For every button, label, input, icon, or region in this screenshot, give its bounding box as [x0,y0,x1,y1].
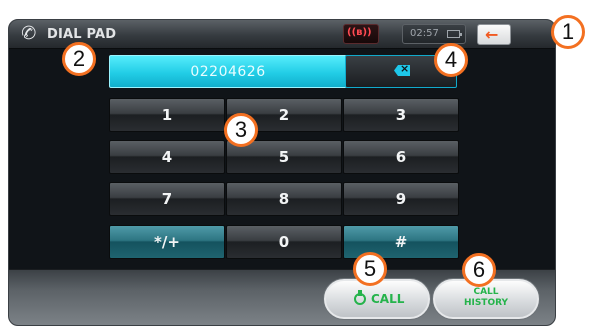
back-arrow-icon: ← [485,25,499,44]
page-title: DIAL PAD [47,27,117,42]
call-icon [354,290,366,305]
key-3[interactable]: 3 [343,98,459,132]
number-display: 02204626 [109,55,347,88]
key-4[interactable]: 4 [109,140,225,174]
key-label: 0 [278,233,290,251]
status-area: 02:57 [402,24,466,44]
call-label: CALL [371,292,405,306]
bluetooth-icon: ((ʙ)) [347,27,372,38]
back-button[interactable]: ← [477,24,511,45]
phone-icon: ✆ [18,21,39,46]
bluetooth-status: ((ʙ)) [343,24,379,44]
key-label: 6 [395,148,407,166]
callout-3: 3 [224,113,258,147]
key-label: 9 [395,190,407,208]
title-bar: ✆ DIAL PAD ((ʙ)) 02:57 ← [9,20,555,49]
key-label: # [394,233,408,251]
call-history-label-line1: CALL [473,287,499,297]
dialed-number: 02204626 [190,64,266,80]
key-6[interactable]: 6 [343,140,459,174]
callout-4: 4 [434,43,468,77]
callout-1: 1 [551,15,585,49]
key-star-plus[interactable]: */+ [109,225,225,259]
key-label: 3 [395,106,407,124]
key-label: 4 [161,148,173,166]
key-9[interactable]: 9 [343,182,459,216]
key-label: 1 [161,106,173,124]
backspace-icon [394,65,410,76]
call-history-label-line2: HISTORY [463,298,509,308]
callout-6: 6 [462,253,496,287]
clock: 02:57 [410,28,439,39]
callout-2: 2 [62,42,96,76]
key-label: 7 [161,190,173,208]
key-label: 5 [278,148,290,166]
key-label: */+ [154,233,180,251]
callout-5: 5 [353,252,387,286]
battery-icon [447,30,462,38]
key-label: 8 [278,190,290,208]
call-history-label: CALL HISTORY [435,287,537,309]
key-1[interactable]: 1 [109,98,225,132]
key-7[interactable]: 7 [109,182,225,216]
key-8[interactable]: 8 [226,182,342,216]
call-button[interactable]: CALL [324,279,430,319]
key-0[interactable]: 0 [226,225,342,259]
